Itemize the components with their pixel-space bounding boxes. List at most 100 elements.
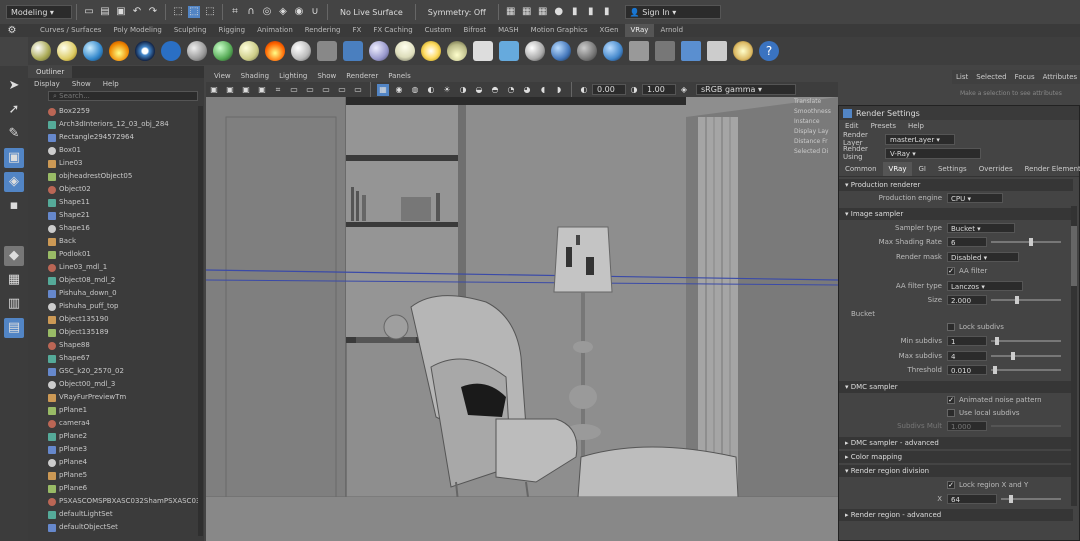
- snap-point-icon[interactable]: ◎: [261, 6, 273, 18]
- field-chart-icon[interactable]: ▭: [336, 84, 348, 96]
- min-subdivs-field[interactable]: 1: [947, 336, 987, 346]
- select-tool-icon[interactable]: ➤: [4, 76, 24, 96]
- shelf-menu-icon[interactable]: ⚙: [6, 25, 18, 37]
- globe-icon[interactable]: [83, 41, 103, 61]
- frame-buffer-icon[interactable]: [707, 41, 727, 61]
- grid-icon[interactable]: [655, 41, 675, 61]
- layout-side-icon[interactable]: ▥: [4, 294, 24, 314]
- gamma-icon[interactable]: ◑: [628, 84, 640, 96]
- attr-tab-focus[interactable]: Focus: [1011, 73, 1039, 81]
- snap-view-icon[interactable]: ◈: [277, 6, 289, 18]
- rs-tab[interactable]: Overrides: [973, 162, 1019, 176]
- light-lister-icon[interactable]: [733, 41, 753, 61]
- subdivs-mult-slider[interactable]: [991, 425, 1061, 427]
- outliner-item[interactable]: Object02: [48, 183, 204, 196]
- sampler-type-dropdown[interactable]: Bucket ▾: [947, 223, 1015, 233]
- layout-single-icon[interactable]: ◆: [4, 246, 24, 266]
- vp-menu-renderer[interactable]: Renderer: [341, 72, 383, 80]
- render-mask-dropdown[interactable]: Disabled ▾: [947, 252, 1019, 262]
- shelf-tab[interactable]: Custom: [419, 24, 458, 37]
- outliner-item[interactable]: GSC_k20_2570_02: [48, 365, 204, 378]
- layer-icon[interactable]: [629, 41, 649, 61]
- rs-titlebar[interactable]: Render Settings: [839, 106, 1079, 120]
- move-tool-icon[interactable]: ▣: [4, 148, 24, 168]
- slider-knob[interactable]: [995, 337, 999, 345]
- outliner-item[interactable]: Pishuha_down_0: [48, 287, 204, 300]
- mesh-icon[interactable]: [187, 41, 207, 61]
- outliner-item[interactable]: Object00_mdl_3: [48, 378, 204, 391]
- camera-icon[interactable]: ▣: [208, 84, 220, 96]
- outliner-item[interactable]: Pishuha_puff_top: [48, 300, 204, 313]
- section-render-region-advanced[interactable]: ▸ Render region - advanced: [839, 509, 1073, 521]
- lock-subdivs-checkbox[interactable]: [947, 323, 955, 331]
- fur-icon[interactable]: [239, 41, 259, 61]
- shelf-tab[interactable]: Bifrost: [458, 24, 493, 37]
- slider-knob[interactable]: [1009, 495, 1013, 503]
- snap-surface-icon[interactable]: ◉: [293, 6, 305, 18]
- outliner-item[interactable]: pPlane1: [48, 404, 204, 417]
- slider-knob[interactable]: [1015, 296, 1019, 304]
- shelf-tab[interactable]: Sculpting: [168, 24, 213, 37]
- bookmark-icon[interactable]: ▣: [240, 84, 252, 96]
- rs-menu-edit[interactable]: Edit: [839, 122, 865, 130]
- attr-tab-selected[interactable]: Selected: [972, 73, 1010, 81]
- attr-tab-list[interactable]: List: [952, 73, 972, 81]
- shelf-tab[interactable]: FX Caching: [367, 24, 418, 37]
- section-color-mapping[interactable]: ▸ Color mapping: [839, 451, 1073, 463]
- select-object-icon[interactable]: ⬚: [188, 6, 200, 18]
- ball-icon[interactable]: [291, 41, 311, 61]
- outliner-menu-show[interactable]: Show: [66, 80, 97, 88]
- render-settings-icon[interactable]: ▦: [537, 6, 549, 18]
- area-light-icon[interactable]: [473, 41, 493, 61]
- rs-scrollbar[interactable]: [1071, 206, 1077, 506]
- material-icon[interactable]: [577, 41, 597, 61]
- shelf-tab[interactable]: Poly Modeling: [107, 24, 167, 37]
- rs-menu-help[interactable]: Help: [902, 122, 930, 130]
- render-using-dropdown[interactable]: V-Ray ▾: [885, 147, 981, 159]
- slider-knob[interactable]: [993, 366, 997, 374]
- outliner-tab[interactable]: Outliner: [28, 66, 73, 78]
- select-component-icon[interactable]: ⬚: [204, 6, 216, 18]
- shelf-tab[interactable]: Animation: [251, 24, 299, 37]
- save-scene-icon[interactable]: ▣: [115, 6, 127, 18]
- shelf-tab[interactable]: Rendering: [299, 24, 347, 37]
- toggle-panel-icon[interactable]: ▮: [601, 6, 613, 18]
- rs-tab[interactable]: Render Elements: [1019, 162, 1080, 176]
- outliner-scrollbar[interactable]: [198, 106, 203, 536]
- vp-menu-shading[interactable]: Shading: [236, 72, 274, 80]
- vp-menu-lighting[interactable]: Lighting: [274, 72, 312, 80]
- sphere-icon[interactable]: [31, 41, 51, 61]
- color-management-icon[interactable]: ◈: [678, 84, 690, 96]
- render-frame-icon[interactable]: ▦: [505, 6, 517, 18]
- outliner-item[interactable]: Podlok01: [48, 248, 204, 261]
- xray-joints-icon[interactable]: ◗: [553, 84, 565, 96]
- outliner-item[interactable]: Shape11: [48, 196, 204, 209]
- exposure-icon[interactable]: ◐: [578, 84, 590, 96]
- smooth-shade-icon[interactable]: ◉: [393, 84, 405, 96]
- ao-icon[interactable]: ◒: [473, 84, 485, 96]
- snap-grid-icon[interactable]: ⌗: [229, 6, 241, 18]
- outliner-item[interactable]: camera4: [48, 417, 204, 430]
- max-subdivs-slider[interactable]: [991, 355, 1061, 357]
- shelf-tab[interactable]: Rigging: [213, 24, 252, 37]
- max-shading-rate-field[interactable]: 6: [947, 237, 987, 247]
- outliner-item[interactable]: objheadrestObject05: [48, 170, 204, 183]
- layout-outliner-icon[interactable]: ▤: [4, 318, 24, 338]
- shelf-tab[interactable]: Curves / Surfaces: [34, 24, 107, 37]
- production-engine-dropdown[interactable]: CPU ▾: [947, 193, 1003, 203]
- outliner-item[interactable]: Back: [48, 235, 204, 248]
- redo-icon[interactable]: ↷: [147, 6, 159, 18]
- attr-tab-attributes[interactable]: Attributes: [1039, 73, 1080, 81]
- colorspace-dropdown[interactable]: sRGB gamma ▾: [696, 84, 796, 95]
- outliner-item[interactable]: defaultObjectSet: [48, 521, 204, 534]
- sun-icon[interactable]: [421, 41, 441, 61]
- outliner-item[interactable]: Shape16: [48, 222, 204, 235]
- shelf-tab[interactable]: VRay: [624, 24, 655, 37]
- frame-buffer-icon[interactable]: [681, 41, 701, 61]
- menu-set-dropdown[interactable]: Modeling ▾: [6, 5, 72, 19]
- help-icon[interactable]: ?: [759, 41, 779, 61]
- fire-icon[interactable]: [109, 41, 129, 61]
- outliner-item[interactable]: pPlane3: [48, 443, 204, 456]
- outliner-item[interactable]: pPlane2: [48, 430, 204, 443]
- outliner-item[interactable]: Shape67: [48, 352, 204, 365]
